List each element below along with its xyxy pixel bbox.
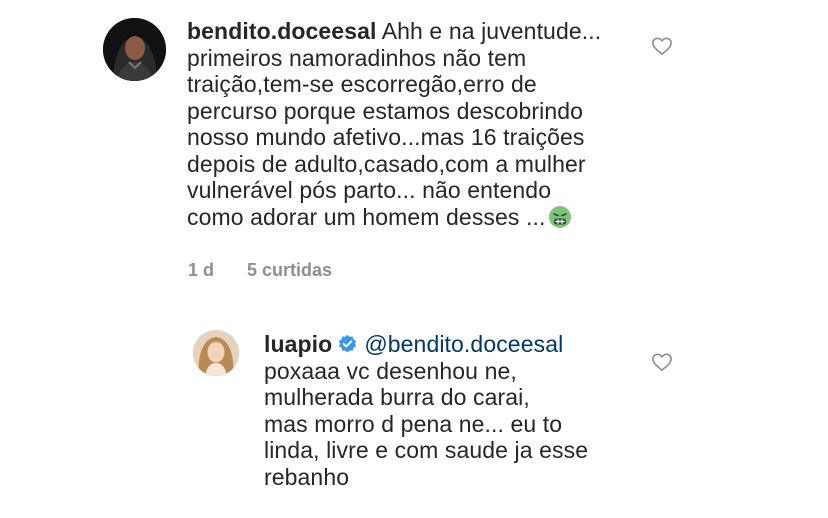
comment-last-line: como adorar um homem desses ... bbox=[187, 204, 601, 231]
comment-line: Ahh e na juventude... bbox=[381, 18, 602, 44]
comment-meta: 1 d 5 curtidas bbox=[188, 260, 360, 281]
comment-username[interactable]: bendito.doceesal bbox=[187, 18, 376, 44]
comment-line: traição,tem-se escorregão,erro de bbox=[187, 71, 537, 97]
avatar-bendito-image bbox=[103, 18, 166, 81]
avatar-bendito[interactable] bbox=[103, 18, 166, 81]
avatar-luapio[interactable] bbox=[193, 330, 239, 376]
reply-mention[interactable]: @bendito.doceesal bbox=[364, 331, 563, 357]
reply-line: poxaaa vc desenhou ne, bbox=[264, 357, 517, 384]
comment-first-line: bendito.doceesal Ahh e na juventude... bbox=[187, 18, 601, 45]
comment-likes[interactable]: 5 curtidas bbox=[247, 260, 332, 280]
verified-badge-icon bbox=[339, 334, 357, 353]
comment-line: como adorar um homem desses ... bbox=[187, 203, 546, 230]
reply-first-line: luapio @bendito.doceesal bbox=[264, 331, 588, 358]
nauseated-face-emoji-icon bbox=[549, 205, 572, 228]
reply-line: rebanho bbox=[264, 463, 350, 490]
comment-body: bendito.doceesal Ahh e na juventude... p… bbox=[187, 18, 601, 230]
reply-heart-outline-icon[interactable] bbox=[651, 352, 673, 372]
comment-line: vulnerável pós parto... não entendo bbox=[187, 177, 552, 203]
comment-line: percurso porque estamos descobrindo bbox=[187, 97, 584, 124]
comment-time: 1 d bbox=[188, 260, 215, 280]
comment-line: nosso mundo afetivo...mas 16 traições bbox=[187, 124, 585, 150]
reply-line: mulherada burra do carai, bbox=[264, 384, 530, 410]
reply-body: luapio @bendito.doceesal poxaaa vc desen… bbox=[264, 331, 588, 490]
reply-username[interactable]: luapio bbox=[264, 331, 332, 357]
comment-heart-outline-icon[interactable] bbox=[651, 36, 673, 56]
reply-line: mas morro d pena ne... eu to bbox=[264, 410, 563, 437]
avatar-luapio-image bbox=[193, 330, 239, 376]
reply-line: linda, livre e com saude ja esse bbox=[264, 437, 589, 463]
comment-line: depois de adulto,casado,com a mulher bbox=[187, 150, 586, 177]
comment-line: primeiros namoradinhos não tem bbox=[187, 44, 527, 71]
